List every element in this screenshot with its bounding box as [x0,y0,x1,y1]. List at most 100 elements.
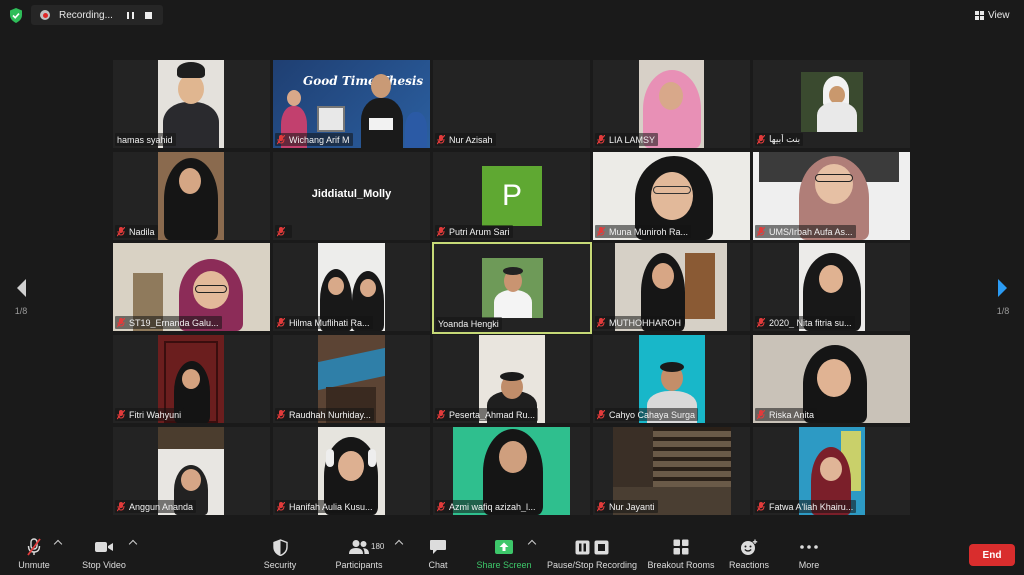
unmute-button[interactable]: Unmute [14,536,54,574]
mic-muted-icon [437,501,445,511]
banner-title: Good Time Thesis [303,74,424,88]
participant-name-tag: UMS/Irbah Aufa As... [755,225,856,238]
participant-tile[interactable]: LIA LAMSY [593,60,750,148]
security-shield-icon [272,536,288,558]
avatar: P [482,166,542,226]
participant-name-tag: Putri Arum Sari [435,225,513,238]
participant-name-tag: Fatwa A'liah Khairu... [755,500,857,513]
pause-recording-button[interactable] [123,8,137,22]
participant-tile[interactable]: بنت أبيها [753,60,910,148]
mic-muted-icon [757,409,765,419]
participant-tile[interactable]: Jiddiatul_Molly [273,152,430,240]
participant-tile[interactable]: Fitri Wahyuni [113,335,270,423]
participant-name: UMS/Irbah Aufa As... [769,226,853,237]
previous-page-button[interactable]: 1/8 [10,278,32,316]
participant-name: 2020_ Nita fitria su... [769,317,852,328]
pause-icon [126,11,134,19]
participant-name-tag: MUTHOHHAROH [595,316,684,329]
participant-tile[interactable]: 2020_ Nita fitria su... [753,243,910,331]
participant-name: Azmi wafiq azizah_l... [449,501,536,512]
participant-tile[interactable]: hamas syahid [113,60,270,148]
page-indicator-left: 1/8 [14,306,28,316]
video-options-chevron-icon[interactable] [128,539,138,549]
participant-tile[interactable]: Hilma Muflihati Ra... [273,243,430,331]
breakout-rooms-label: Breakout Rooms [647,560,715,570]
participant-tile[interactable]: Riska Anita [753,335,910,423]
participant-tile[interactable]: UMS/Irbah Aufa As... [753,152,910,240]
participant-tile[interactable]: Muna Muniroh Ra... [593,152,750,240]
mic-muted-icon [757,226,765,236]
stop-icon [594,540,609,554]
breakout-rooms-button[interactable]: Breakout Rooms [646,536,716,574]
view-label: View [988,9,1010,21]
grid-view-icon [975,10,984,20]
participant-name-tag: Hilma Muflihati Ra... [275,316,373,329]
next-page-button[interactable]: 1/8 [992,278,1014,316]
participant-name-tag [275,225,292,238]
audio-options-chevron-icon[interactable] [53,539,63,549]
participant-tile[interactable]: Good Time Thesis Wichang Arif M [273,60,430,148]
participant-tile[interactable]: ST19_Ernanda Galu... [113,243,270,331]
shield-check-icon[interactable] [9,8,23,23]
participant-name: Yoanda Hengki [438,318,499,329]
participant-tile[interactable]: Nadila [113,152,270,240]
participant-tile[interactable]: Cahyo Cahaya Surga [593,335,750,423]
participant-name: Hilma Muflihati Ra... [289,317,370,328]
participant-name-tag: Fitri Wahyuni [115,408,185,421]
mic-muted-icon [277,409,285,419]
mic-muted-icon [437,134,445,144]
participant-name: Hanifah Aulia Kusu... [289,501,373,512]
stop-recording-button[interactable] [141,8,155,22]
mic-muted-icon [597,226,605,236]
participant-tile[interactable]: MUTHOHHAROH [593,243,750,331]
mic-muted-icon [757,501,765,511]
participants-label: Participants [335,560,383,570]
more-button[interactable]: More [794,536,824,574]
unmute-label: Unmute [18,560,50,570]
participant-tile[interactable]: Hanifah Aulia Kusu... [273,427,430,515]
mic-muted-icon [26,536,42,558]
participant-tile[interactable]: Anggun Ananda [113,427,270,515]
share-screen-arrow-icon [494,536,514,558]
participants-icon [348,536,370,558]
chevron-right-icon [998,279,1007,297]
participant-name-tag: LIA LAMSY [595,133,659,146]
stop-video-label: Stop Video [82,560,126,570]
participant-tile[interactable]: Nur Jayanti [593,427,750,515]
participant-tile[interactable]: Fatwa A'liah Khairu... [753,427,910,515]
participant-name: ST19_Ernanda Galu... [129,317,219,328]
security-button[interactable]: Security [260,536,300,574]
participant-name: بنت أبيها [769,134,801,144]
pause-stop-recording-button[interactable]: Pause/Stop Recording [545,536,639,574]
participant-name-tag: hamas syahid [115,133,176,146]
more-label: More [798,560,820,570]
participant-tile[interactable]: P Putri Arum Sari [433,152,590,240]
video-camera-icon [94,536,114,558]
participant-tile[interactable]: Raudhah Nurhiday... [273,335,430,423]
participant-name-tag: Nadila [115,225,158,238]
participant-name: Raudhah Nurhiday... [289,409,371,420]
participant-name: Wichang Arif M [289,134,350,145]
stop-video-button[interactable]: Stop Video [79,536,129,574]
share-screen-button[interactable]: Share Screen [474,536,534,574]
video-feed [158,152,224,240]
security-label: Security [263,560,297,570]
participant-tile[interactable]: Azmi wafiq azizah_l... [433,427,590,515]
participant-display-name: Jiddiatul_Molly [311,188,392,200]
participant-name: Anggun Ananda [129,501,194,512]
participants-options-chevron-icon[interactable] [394,539,404,549]
participant-name: Nadila [129,226,155,237]
mic-muted-icon [597,501,605,511]
reactions-button[interactable]: Reactions [728,536,770,574]
participant-tile-active-speaker[interactable]: Yoanda Hengki [432,242,592,334]
participant-name: Riska Anita [769,409,815,420]
end-meeting-button[interactable]: End [969,544,1015,566]
participant-name: Cahyo Cahaya Surga [609,409,696,420]
participant-tile[interactable]: Peserta_Ahmad Ru... [433,335,590,423]
mic-muted-icon [437,409,445,419]
participant-tile[interactable]: Nur Azisah [433,60,590,148]
participants-count-badge: 180 [371,542,385,551]
chat-button[interactable]: Chat [423,536,453,574]
participant-name-tag: Muna Muniroh Ra... [595,225,692,238]
view-button[interactable]: View [975,7,1019,23]
